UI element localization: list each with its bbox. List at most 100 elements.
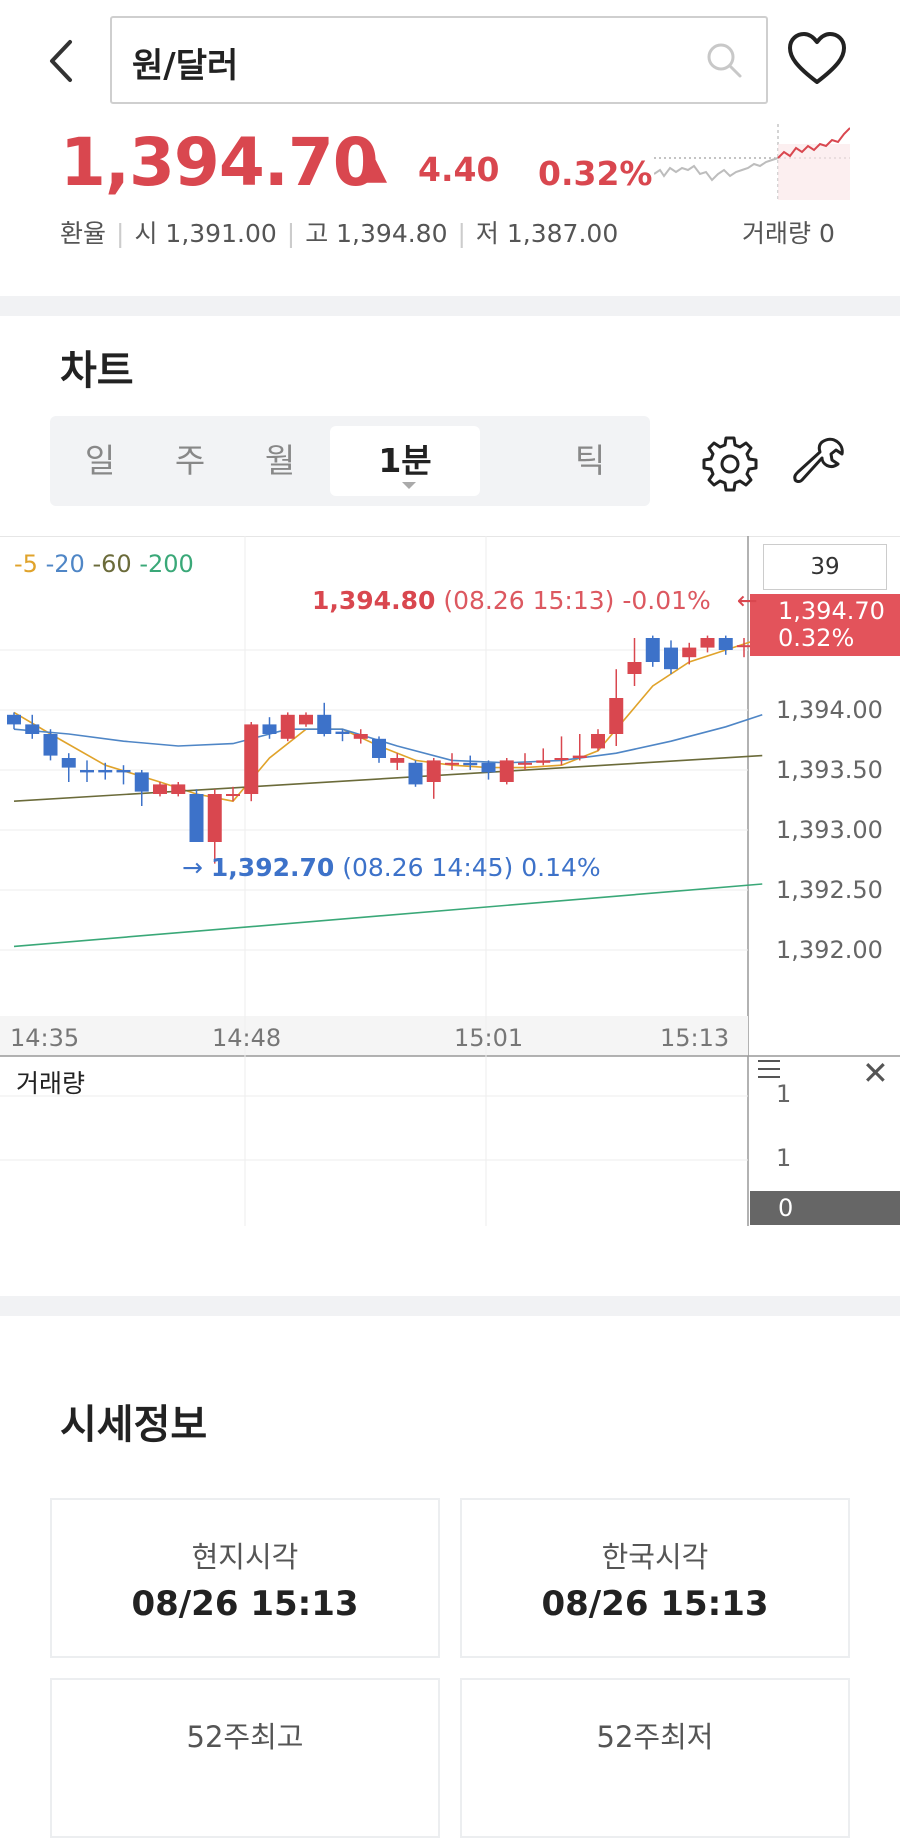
chart-legend: -5 -20 -60 -200: [14, 550, 194, 578]
candle-body: [7, 714, 21, 725]
candle-body: [499, 760, 514, 782]
week52-low-card: 52주최저: [460, 1678, 850, 1838]
candle-body: [335, 731, 350, 734]
card-label: 현지시각: [191, 1540, 299, 1574]
candle-body: [627, 662, 642, 674]
card-label: 52주최저: [596, 1720, 714, 1754]
gear-icon[interactable]: [700, 432, 760, 492]
candle-body: [536, 760, 551, 763]
tab-day[interactable]: 일: [70, 416, 130, 506]
back-arrow-icon[interactable]: [42, 36, 82, 86]
candle-body: [262, 724, 277, 734]
y-tick-label: 1,394.00: [776, 696, 883, 724]
tab-week[interactable]: 주: [160, 416, 220, 506]
open-label: 시: [134, 219, 158, 248]
ma200-line: [13, 883, 763, 948]
close-icon[interactable]: ✕: [862, 1054, 889, 1092]
wrench-icon[interactable]: [790, 432, 850, 492]
card-value: 08/26 15:13: [541, 1584, 769, 1624]
time-axis-band: [0, 1016, 748, 1056]
candle-body: [554, 758, 569, 760]
candle-body: [61, 758, 76, 768]
volume-tick: 1: [776, 1144, 792, 1172]
legend-ma5: -5: [14, 550, 38, 578]
info-type: 환율: [60, 219, 107, 248]
local-time-card: 현지시각 08/26 15:13: [50, 1498, 440, 1658]
candle-body: [445, 762, 459, 765]
week52-high-card: 52주최고: [50, 1678, 440, 1838]
candle-body: [280, 714, 295, 739]
menu-icon[interactable]: [756, 1058, 782, 1080]
candle-body: [353, 734, 368, 739]
up-arrow-icon: ▲: [364, 152, 388, 187]
x-tick-label: 14:48: [212, 1024, 281, 1052]
candle-body: [207, 794, 222, 842]
candle-body: [171, 784, 186, 794]
korea-time-card: 한국시각 08/26 15:13: [460, 1498, 850, 1658]
candle-body: [134, 772, 149, 792]
ma20-line: [13, 714, 763, 764]
market-info-title: 시세정보: [60, 1402, 208, 1448]
current-price-tag-value: 1,394.70: [778, 597, 885, 625]
tab-tick[interactable]: 틱: [560, 416, 620, 506]
volume-panel-title: 거래량: [16, 1069, 86, 1098]
y-tick-label: 1,393.00: [776, 816, 883, 844]
candle-body: [25, 724, 40, 734]
card-label: 한국시각: [601, 1540, 709, 1574]
candle-body: [317, 714, 332, 734]
candle-body: [80, 770, 94, 773]
candle-body: [426, 760, 441, 782]
x-tick-label: 15:01: [454, 1024, 523, 1052]
candle-body: [372, 738, 386, 758]
candle-body: [98, 770, 113, 773]
x-tick-label: 14:35: [10, 1024, 79, 1052]
ma5-line: [13, 637, 763, 803]
volume-summary: 거래량 0: [742, 219, 835, 248]
section-divider: [0, 296, 900, 316]
current-pct-tag-value: 0.32%: [778, 624, 855, 652]
price-change: 4.40: [418, 150, 500, 189]
price-info-row: 환율 | 시 1,391.00 | 고 1,394.80 | 저 1,387.00: [60, 219, 619, 248]
search-value: 원/달러: [132, 46, 239, 86]
price-change-percent: 0.32%: [538, 154, 653, 193]
ma60-line: [13, 754, 763, 802]
tab-month[interactable]: 월: [250, 416, 310, 506]
high-value: 1,394.80: [336, 219, 448, 248]
max-price-value: 1,394.80: [312, 586, 436, 615]
candle-body: [390, 758, 405, 763]
candle-body: [481, 762, 496, 773]
legend-ma60: -60: [92, 550, 132, 578]
candle-body: [226, 794, 240, 796]
search-icon[interactable]: [704, 40, 744, 80]
low-value: 1,387.00: [506, 219, 619, 248]
volume-tick: 1: [776, 1080, 792, 1108]
y-tick-label: 1,392.00: [776, 936, 883, 964]
right-arrow-icon: →: [182, 853, 203, 882]
search-input[interactable]: 원/달러: [110, 16, 768, 104]
candle-body: [645, 638, 660, 662]
candle-body: [463, 762, 478, 766]
max-price-detail: (08.26 15:13) -0.01%: [443, 586, 711, 615]
sparkline-chart: [654, 124, 850, 200]
candle-count-input[interactable]: 39: [763, 544, 887, 590]
favorite-heart-icon[interactable]: [786, 30, 848, 88]
candle-body: [609, 698, 624, 734]
candle-body: [718, 638, 733, 650]
min-price-detail: (08.26 14:45) 0.14%: [342, 853, 601, 882]
candle-body: [116, 770, 131, 773]
chart-section-title: 차트: [60, 348, 134, 394]
period-tabs: 일 주 월 1분 틱: [50, 416, 650, 506]
candle-body: [572, 755, 587, 758]
current-price-tag: 1,394.70 0.32%: [750, 594, 900, 656]
candle-body: [153, 784, 167, 794]
candle-body: [664, 647, 678, 670]
candle-body: [408, 762, 423, 785]
candle-body: [244, 724, 259, 794]
card-value: 08/26 15:13: [131, 1584, 359, 1624]
min-price-annotation: → 1,392.70 (08.26 14:45) 0.14%: [182, 853, 601, 882]
current-price: 1,394.70: [60, 124, 379, 201]
low-label: 저: [475, 219, 499, 248]
tab-dropdown-caret-icon[interactable]: [402, 482, 416, 489]
candle-body: [682, 647, 697, 658]
min-price-value: 1,392.70: [210, 853, 335, 882]
